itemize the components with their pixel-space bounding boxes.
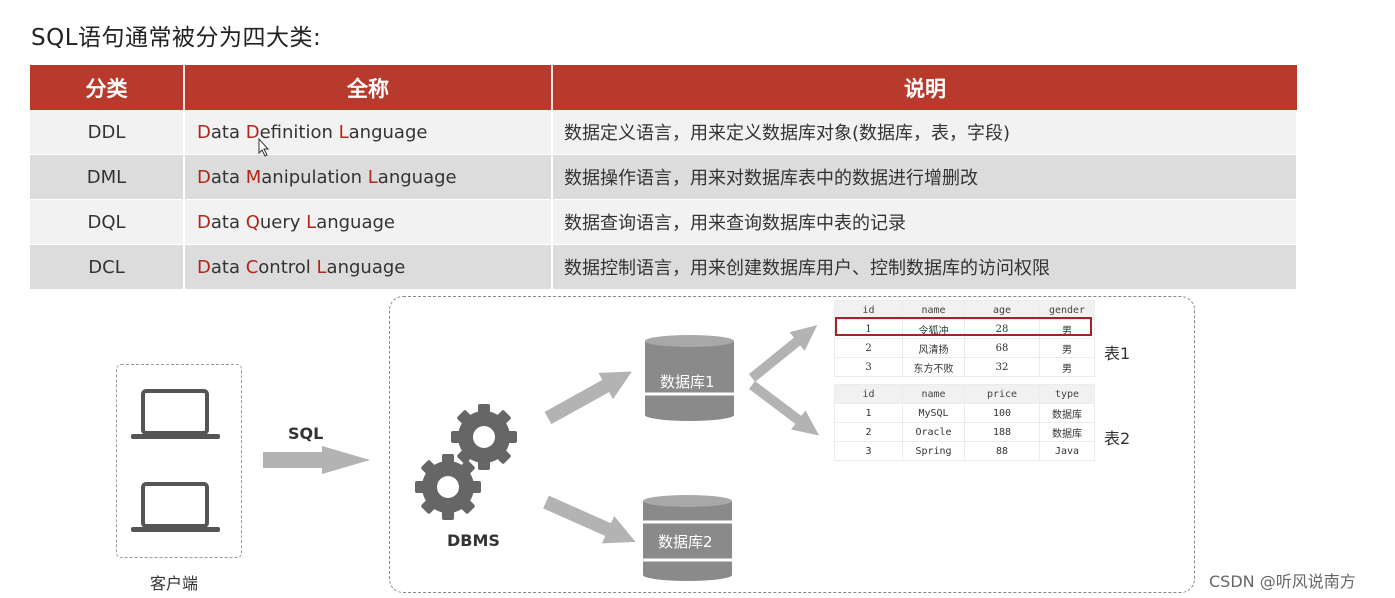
client-label: 客户端	[150, 574, 199, 593]
table-row: 2 风清扬 68 男	[834, 338, 1095, 358]
sample-table-2: id name price type 1 MySQL 100 数据库 2 Oracle 1…	[834, 384, 1095, 461]
table-2-label: 表2	[1104, 429, 1131, 448]
table-row: 3 东方不败 32 男	[834, 357, 1095, 377]
sample-table-1: id name age gender 1 令狐冲 28 男 2 风清扬 68 男 3 东方不败…	[834, 300, 1095, 377]
highlighted-row	[835, 317, 1092, 336]
table-row: 1 MySQL 100 数据库	[834, 403, 1095, 423]
dbms-label: DBMS	[447, 531, 500, 550]
arrow-icon	[263, 446, 370, 474]
table-row: 2 Oracle 188 数据库	[834, 422, 1095, 442]
watermark: CSDN @听风说南方	[1209, 572, 1356, 591]
slide: SQL语句通常被分为四大类: 分类 全称 说明 DDL Data Definit…	[0, 0, 1395, 598]
table-1-label: 表1	[1104, 344, 1131, 363]
sql-label: SQL	[288, 424, 324, 443]
mouse-cursor-icon	[258, 137, 270, 157]
table-row: 3 Spring 88 Java	[834, 441, 1095, 461]
database-2-label: 数据库2	[658, 533, 713, 551]
client-group	[116, 364, 242, 558]
database-1-label: 数据库1	[660, 373, 715, 391]
